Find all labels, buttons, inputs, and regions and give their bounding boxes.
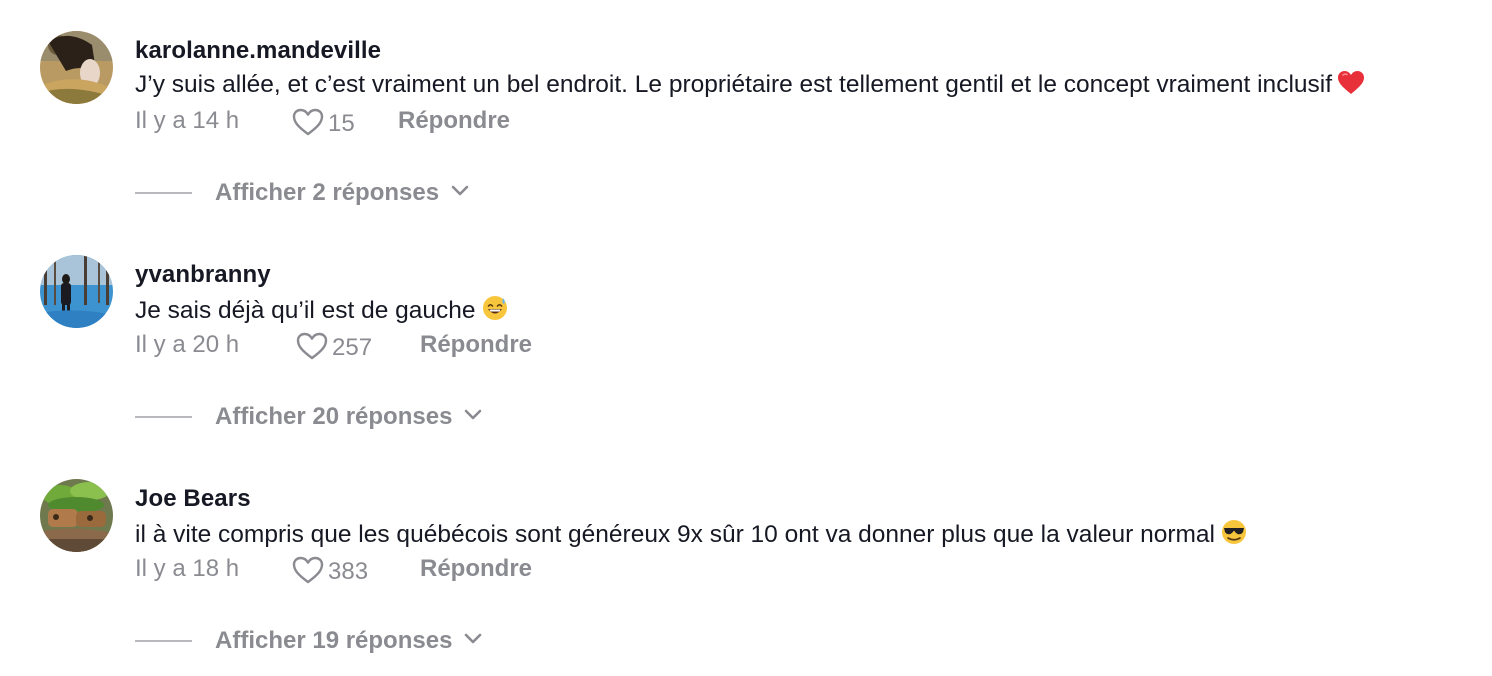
comment-text-content: il à vite compris que les québécois sont… [135,521,1215,548]
comment-time: Il y a 20 h [135,331,240,358]
chevron-down-icon [451,184,469,202]
comment-username[interactable]: Joe Bears [135,485,251,513]
view-replies-button[interactable]: Afficher 2 réponses [135,177,469,209]
comment-text: Je sais déjà qu’il est de gauche [135,295,508,328]
avatar[interactable] [40,479,113,552]
heart-outline-icon [292,108,324,136]
comment-meta: Il y a 14 h 15 Répondre [135,105,835,139]
heart-outline-icon [296,332,328,360]
comment-time: Il y a 14 h [135,107,240,134]
comment-text: il à vite compris que les québécois sont… [135,519,1247,552]
like-count: 15 [328,110,355,137]
avatar[interactable] [40,255,113,328]
comment-time: Il y a 18 h [135,555,240,582]
divider-line [135,640,192,642]
comment-text: J’y suis allée, et c’est vraiment un bel… [135,71,1365,102]
comment-username[interactable]: yvanbranny [135,261,271,289]
grinning-sweat-emoji-icon [482,295,508,328]
like-button[interactable]: 383 [292,553,368,587]
view-replies-label: Afficher 20 réponses [215,403,453,430]
like-count: 257 [332,334,373,361]
view-replies-button[interactable]: Afficher 20 réponses [135,401,482,433]
chevron-down-icon [464,632,482,650]
chevron-down-icon [464,408,482,426]
like-button[interactable]: 15 [292,105,355,139]
sunglasses-face-emoji-icon [1221,519,1247,552]
comment-username[interactable]: karolanne.mandeville [135,37,381,65]
like-count: 383 [328,558,369,585]
reply-button[interactable]: Répondre [420,555,532,583]
comment-text-content: J’y suis allée, et c’est vraiment un bel… [135,71,1333,98]
comment-text-content: Je sais déjà qu’il est de gauche [135,297,476,324]
reply-button[interactable]: Répondre [420,331,532,359]
view-replies-label: Afficher 2 réponses [215,179,440,206]
view-replies-button[interactable]: Afficher 19 réponses [135,625,482,657]
divider-line [135,416,192,418]
red-heart-emoji-icon [1338,71,1365,102]
comment-meta: Il y a 18 h 383 Répondre [135,553,835,587]
comment-meta: Il y a 20 h 257 Répondre [135,329,835,363]
avatar[interactable] [40,31,113,104]
view-replies-label: Afficher 19 réponses [215,627,453,654]
heart-outline-icon [292,556,324,584]
reply-button[interactable]: Répondre [398,107,510,135]
like-button[interactable]: 257 [296,329,372,363]
divider-line [135,192,192,194]
